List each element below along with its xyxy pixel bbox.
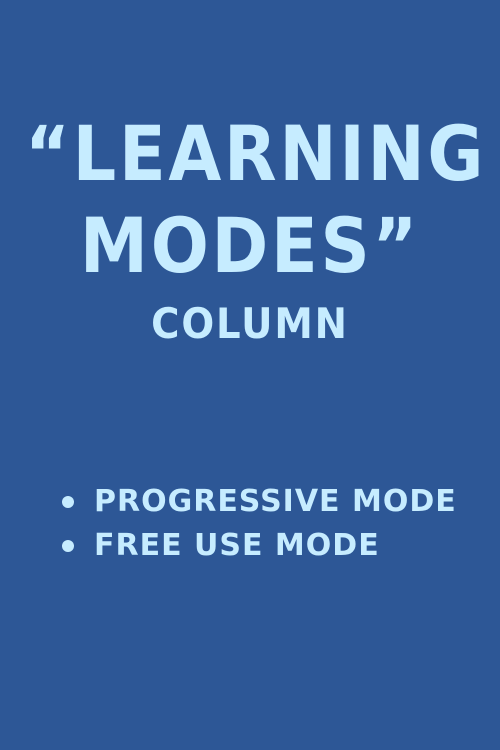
- title-line-1: “Learning: [25, 109, 487, 198]
- page: “Learning Modes” Column Progressive Mode…: [0, 0, 500, 750]
- mode-list-item: Progressive Mode: [62, 480, 457, 524]
- mode-label: Progressive Mode: [94, 484, 457, 519]
- mode-label: Free Use Mode: [94, 528, 380, 563]
- bullet-icon: [62, 540, 74, 552]
- title-line-2: Modes”: [79, 201, 421, 290]
- subtitle: Column: [151, 299, 349, 348]
- title-block: “Learning Modes” Column: [0, 108, 500, 352]
- bullet-icon: [62, 496, 74, 508]
- mode-list-item: Free Use Mode: [62, 524, 457, 568]
- mode-list: Progressive Mode Free Use Mode: [62, 480, 457, 568]
